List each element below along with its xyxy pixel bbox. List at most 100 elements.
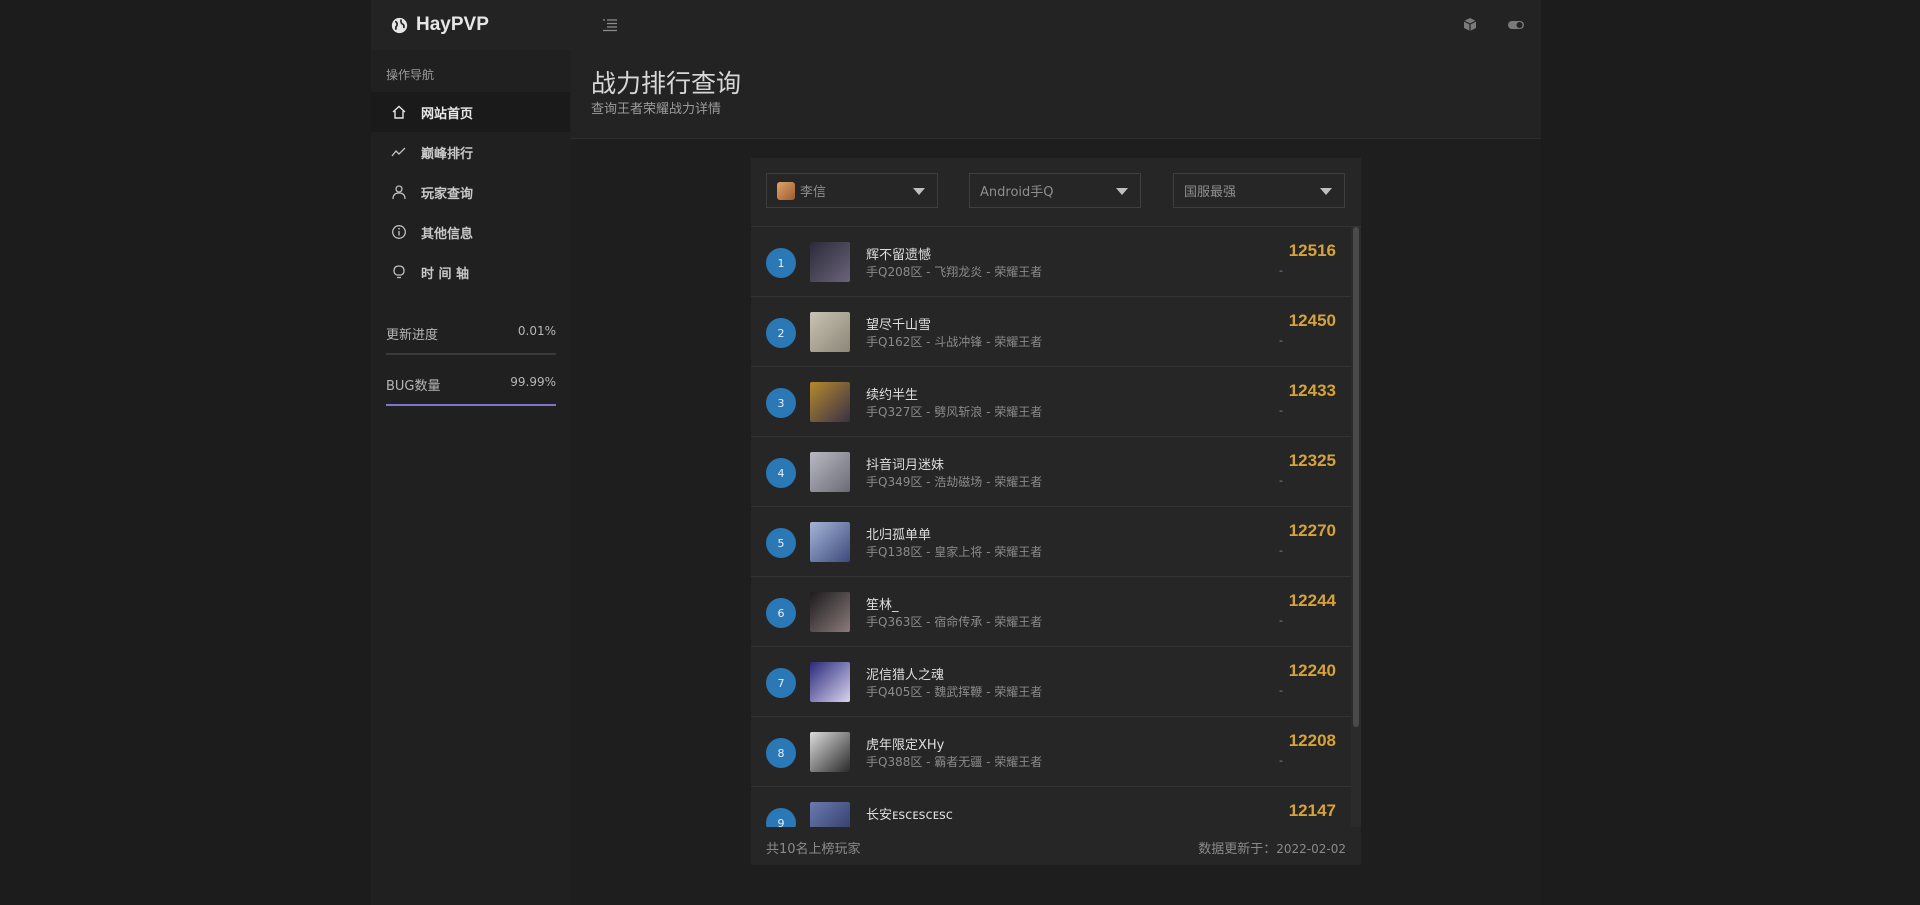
player-server-info: 手Q363区 - 宿命传承 - 荣耀王者	[866, 615, 1043, 629]
player-row[interactable]: 4 抖音词月迷妹手Q349区 - 浩劫磁场 - 荣耀王者 12325-	[751, 437, 1351, 507]
page-header: 战力排行查询 查询王者荣耀战力详情	[571, 50, 1541, 139]
score-subtext: -	[1279, 754, 1283, 767]
hero-select[interactable]: 李信	[766, 173, 938, 208]
menu-toggle-icon[interactable]	[601, 16, 619, 34]
ranking-card: 李信 Android手Q 国服最强 1 辉不留遗憾 手Q208区 - 飞翔龙炎 - …	[751, 158, 1361, 865]
sidebar-item-other-info[interactable]: 其他信息	[371, 212, 570, 252]
player-avatar	[810, 802, 850, 827]
nav-menu: 网站首页 巅峰排行 玩家查询 其他信息 时 间 轴	[371, 92, 570, 292]
player-row[interactable]: 5 北归孤单单 手Q138区 - 皇家上将 - 荣耀王者 12270-	[751, 507, 1351, 577]
scope-select[interactable]: 国服最强	[1173, 173, 1345, 208]
sidebar-item-label: 巅峰排行	[421, 146, 474, 162]
player-name: 望尽千山雪	[866, 318, 932, 333]
player-row[interactable]: 1 辉不留遗憾 手Q208区 - 飞翔龙炎 - 荣耀王者 12516-	[751, 227, 1351, 297]
update-info: 数据更新于：2022-02-02	[1198, 838, 1346, 857]
power-score: 12516	[1288, 241, 1336, 260]
player-name: 长安ᴇsᴄᴇsᴄᴇsᴄ	[866, 808, 953, 823]
player-server-info: 手Q388区 - 霸者无疆 - 荣耀王者	[866, 755, 1043, 769]
power-score: 12244	[1288, 591, 1336, 610]
progress-value: 0.01%	[517, 324, 556, 338]
hero-avatar-icon	[777, 181, 795, 200]
score-subtext: -	[1279, 334, 1283, 347]
page-subtitle: 查询王者荣耀战力详情	[591, 102, 722, 117]
player-name: 辉不留遗憾	[866, 248, 932, 263]
cube-icon[interactable]	[1461, 16, 1479, 34]
progress-label: 更新进度	[386, 328, 439, 343]
power-score: 12240	[1288, 661, 1336, 680]
score-subtext: -	[1279, 404, 1283, 417]
player-avatar	[810, 452, 850, 492]
sidebar: 操作导航 网站首页 巅峰排行 玩家查询 其他信息 时 间 轴 更新进度 0.01…	[371, 50, 570, 905]
power-score: 12450	[1288, 311, 1336, 330]
brand-name: HayPVP	[416, 14, 489, 35]
filter-bar: 李信 Android手Q 国服最强	[751, 158, 1361, 227]
rank-badge: 6	[766, 598, 796, 628]
brand-logo[interactable]: HayPVP	[391, 13, 489, 37]
update-progress: 更新进度 0.01%	[386, 324, 556, 355]
rank-badge: 9	[766, 808, 796, 827]
sidebar-item-timeline[interactable]: 时 间 轴	[371, 252, 570, 292]
top-bar: HayPVP	[371, 0, 1541, 50]
sidebar-item-player-search[interactable]: 玩家查询	[371, 172, 570, 212]
player-row[interactable]: 9 长安ᴇsᴄᴇsᴄᴇsᴄ 12147	[751, 787, 1351, 827]
sidebar-item-label: 时 间 轴	[421, 266, 470, 282]
power-score: 12325	[1288, 451, 1336, 470]
page-title: 战力排行查询	[591, 69, 742, 98]
player-row[interactable]: 7 泥信猎人之魂手Q405区 - 魏武挥鞭 - 荣耀王者 12240-	[751, 647, 1351, 717]
score-subtext: -	[1279, 614, 1283, 627]
theme-toggle-icon[interactable]	[1507, 16, 1525, 34]
player-row[interactable]: 2 望尽千山雪 手Q162区 - 斗战冲锋 - 荣耀王者 12450-	[751, 297, 1351, 367]
player-count: 共10名上榜玩家	[766, 842, 861, 857]
player-name: 泥信猎人之魂	[866, 668, 945, 683]
scrollbar-thumb[interactable]	[1353, 227, 1359, 727]
player-avatar	[810, 382, 850, 422]
player-name: 北归孤单单	[866, 528, 932, 543]
player-server-info: 手Q327区 - 劈风斩浪 - 荣耀王者	[866, 405, 1043, 419]
score-subtext: -	[1279, 544, 1283, 557]
player-name: 续约半生	[866, 388, 919, 403]
power-score: 12147	[1288, 801, 1336, 820]
rank-badge: 5	[766, 528, 796, 558]
sidebar-item-ranking[interactable]: 巅峰排行	[371, 132, 570, 172]
player-avatar	[810, 732, 850, 772]
info-icon	[392, 225, 406, 239]
player-row[interactable]: 3 续约半生 手Q327区 - 劈风斩浪 - 荣耀王者 12433-	[751, 367, 1351, 437]
rank-badge: 8	[766, 738, 796, 768]
app-window: HayPVP 操作导航 网站首页 巅峰排行 玩家查询 其他信息 时 间 轴 更新…	[371, 0, 1541, 905]
sidebar-item-label: 网站首页	[421, 106, 474, 122]
progress-bar	[386, 353, 556, 355]
player-server-info: 手Q208区 - 飞翔龙炎 - 荣耀王者	[866, 265, 1043, 279]
chevron-down-icon	[913, 188, 925, 195]
player-name: 抖音词月迷妹	[866, 458, 945, 473]
nav-heading: 操作导航	[386, 68, 435, 82]
bulb-icon	[393, 265, 405, 279]
player-name: 笙林_	[866, 598, 899, 613]
rank-badge: 7	[766, 668, 796, 698]
bug-progress: BUG数量 99.99%	[386, 375, 556, 406]
progress-value: 99.99%	[510, 375, 556, 389]
home-icon	[392, 105, 406, 119]
trend-icon	[391, 147, 406, 157]
platform-select[interactable]: Android手Q	[969, 173, 1141, 208]
player-row[interactable]: 6 笙林_ 手Q363区 - 宿命传承 - 荣耀王者 12244-	[751, 577, 1351, 647]
power-score: 12433	[1288, 381, 1336, 400]
globe-icon	[391, 17, 408, 33]
update-date: 2022-02-02	[1276, 842, 1346, 856]
score-subtext: -	[1279, 474, 1283, 487]
player-server-info: 手Q162区 - 斗战冲锋 - 荣耀王者	[866, 335, 1043, 349]
hero-select-value: 李信	[800, 185, 827, 200]
rank-badge: 4	[766, 458, 796, 488]
player-row[interactable]: 8 虎年限定XHy 手Q388区 - 霸者无疆 - 荣耀王者 12208-	[751, 717, 1351, 787]
player-server-info: 手Q405区 - 魏武挥鞭 - 荣耀王者	[866, 685, 1043, 699]
chevron-down-icon	[1320, 188, 1332, 195]
score-subtext: -	[1279, 684, 1283, 697]
progress-bar	[386, 404, 556, 406]
player-list[interactable]: 1 辉不留遗憾 手Q208区 - 飞翔龙炎 - 荣耀王者 12516-2 望尽千山雪 手Q…	[751, 227, 1351, 827]
player-avatar	[810, 312, 850, 352]
player-avatar	[810, 522, 850, 562]
scope-select-value: 国服最强	[1184, 185, 1237, 200]
progress-label: BUG数量	[386, 379, 441, 394]
player-name: 虎年限定XHy	[866, 738, 945, 753]
sidebar-item-home[interactable]: 网站首页	[371, 92, 570, 132]
player-server-info: 手Q349区 - 浩劫磁场 - 荣耀王者	[866, 475, 1043, 489]
